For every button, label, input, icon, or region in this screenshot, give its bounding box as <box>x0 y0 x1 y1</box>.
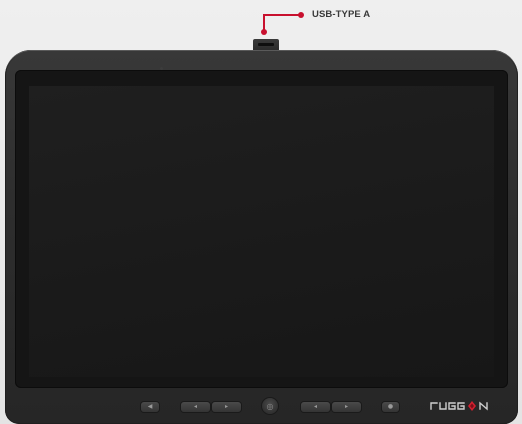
display-screen[interactable] <box>29 86 494 377</box>
brand-logo <box>430 401 488 411</box>
usb-callout-label: USB-TYPE A <box>312 9 371 20</box>
left-rocker-button[interactable]: ◂ ▸ <box>181 402 241 412</box>
rocker-left-down[interactable]: ▸ <box>212 402 241 412</box>
rocker-right-down[interactable]: ▸ <box>332 402 361 412</box>
callout-line-horizontal <box>263 14 300 16</box>
power-icon: ◀ <box>147 403 153 410</box>
usb-slot <box>258 43 274 46</box>
tablet-body: ◀ ◂ ▸ ◎ ◂ ▸ ● <box>5 50 518 424</box>
camera-icon <box>160 67 163 70</box>
home-button[interactable]: ◎ <box>262 398 278 414</box>
settings-icon: ● <box>387 403 394 410</box>
right-rocker-button[interactable]: ◂ ▸ <box>301 402 361 412</box>
rocker-right-up[interactable]: ◂ <box>301 402 330 412</box>
power-button[interactable]: ◀ <box>141 402 159 412</box>
home-icon: ◎ <box>266 401 274 411</box>
callout-end-dot <box>298 12 304 18</box>
rocker-left-up[interactable]: ◂ <box>181 402 210 412</box>
settings-button[interactable]: ● <box>382 402 399 412</box>
callout-anchor-dot <box>261 29 267 35</box>
